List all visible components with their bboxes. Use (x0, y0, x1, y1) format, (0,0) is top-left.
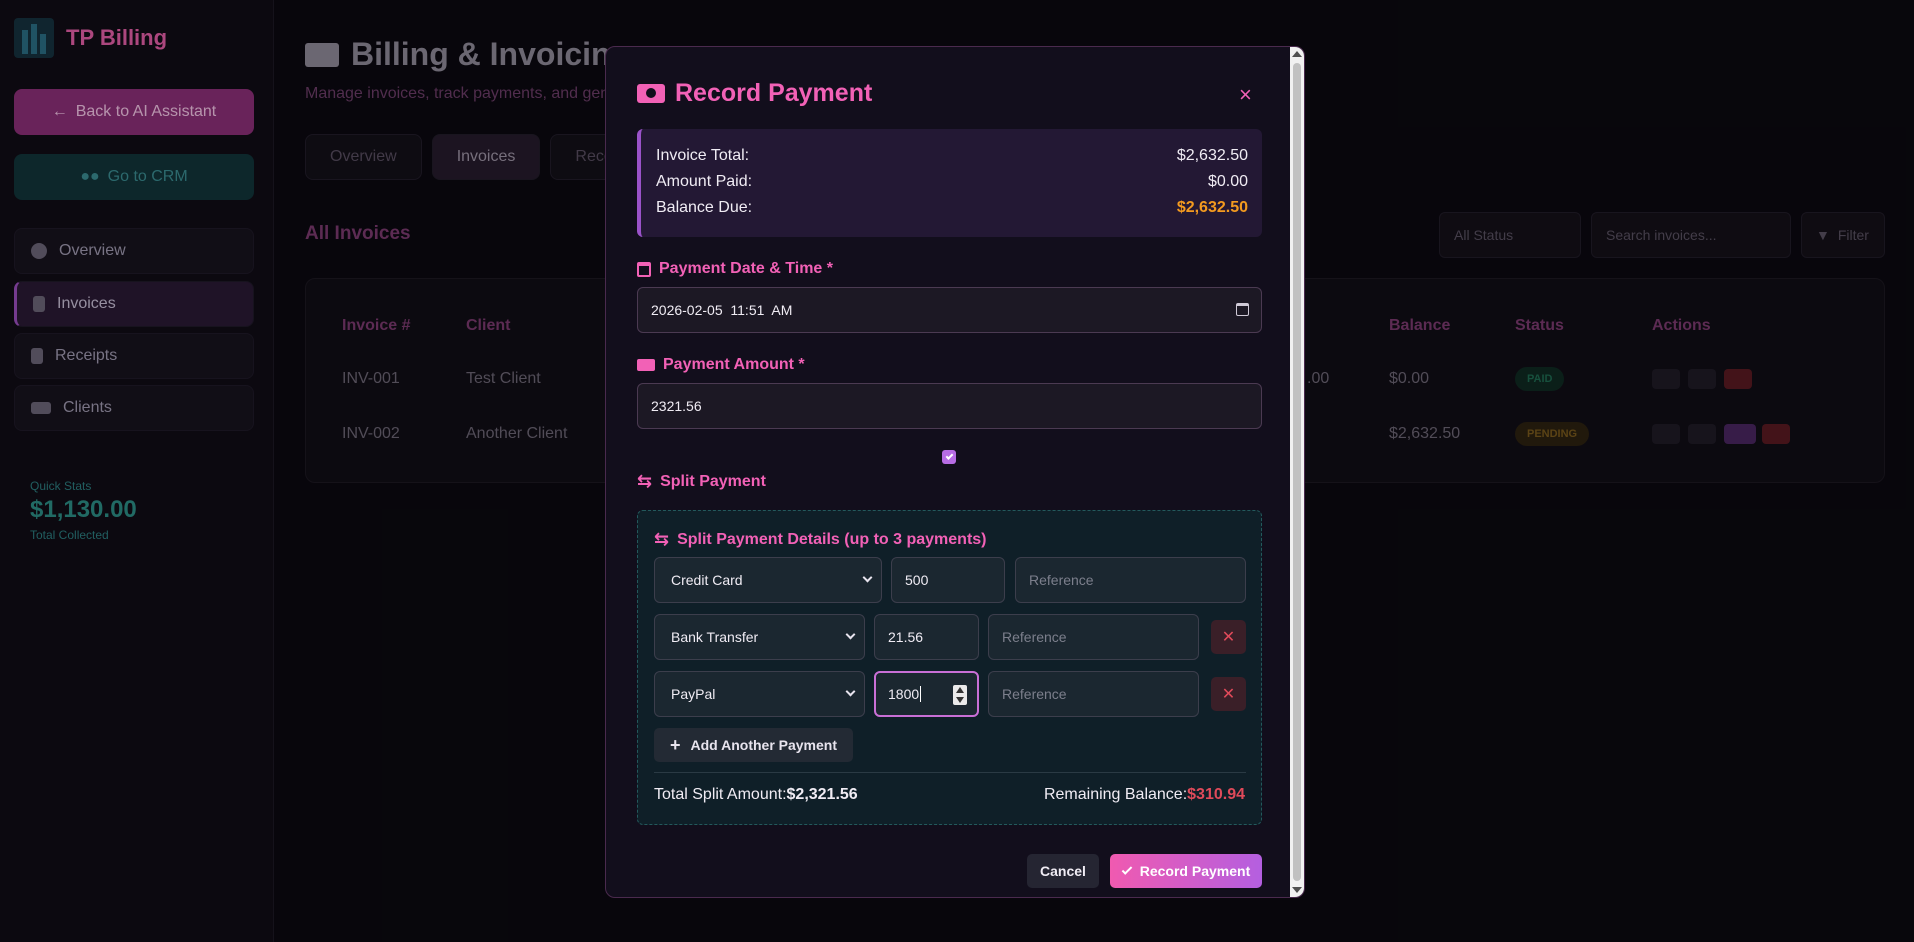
chevron-down-icon (845, 686, 856, 697)
summary-value: $0.00 (1207, 173, 1248, 190)
remove-payment-button[interactable]: ✕ (1211, 677, 1246, 711)
split-amount-input[interactable]: 21.56 (874, 614, 979, 660)
summary-due-row: Balance Due: $2,632.50 (656, 199, 1248, 217)
split-remaining-value: $310.94 (1187, 786, 1245, 803)
payment-date-value: 2026-02-05 11:51 AM (651, 302, 793, 318)
payment-amount-label-text: Payment Amount * (663, 356, 805, 373)
split-remaining: Remaining Balance:$310.94 (1044, 786, 1245, 804)
add-payment-label: Add Another Payment (690, 737, 838, 753)
split-remaining-label: Remaining Balance: (1043, 786, 1188, 803)
summary-label: Amount Paid: (656, 173, 753, 190)
chevron-down-icon (862, 572, 873, 583)
balance-due-value: $2,632.50 (1176, 199, 1248, 216)
split-reference-input[interactable]: Reference (1015, 557, 1246, 603)
modal-header: Record Payment (637, 79, 872, 108)
payment-amount-label: Payment Amount * (637, 356, 805, 374)
number-spinner[interactable] (953, 685, 967, 705)
modal-scrollbar[interactable] (1290, 47, 1304, 897)
split-amount-value: 1800 (888, 686, 920, 702)
scroll-down-icon[interactable] (1292, 887, 1302, 893)
split-reference-input[interactable]: Reference (988, 614, 1199, 660)
scroll-up-icon[interactable] (1292, 51, 1302, 57)
record-payment-modal: Record Payment × Invoice Total: $2,632.5… (605, 46, 1305, 898)
split-total-value: $2,321.56 (786, 786, 858, 803)
split-amount-input[interactable]: 1800 (874, 671, 979, 717)
exchange-icon: ⇆ (654, 529, 670, 549)
payment-date-label-text: Payment Date & Time * (659, 260, 833, 277)
split-payment-label-text: Split Payment (660, 472, 766, 490)
summary-total-row: Invoice Total: $2,632.50 (656, 147, 1248, 165)
split-total-label: Total Split Amount: (654, 786, 787, 803)
close-icon[interactable]: × (1239, 83, 1252, 107)
record-payment-button[interactable]: Record Payment (1110, 854, 1262, 888)
close-icon: ✕ (1221, 686, 1236, 703)
split-divider (654, 772, 1246, 773)
calendar-picker-icon[interactable] (1236, 303, 1249, 316)
split-method-value: Bank Transfer (671, 629, 759, 645)
cancel-button[interactable]: Cancel (1027, 854, 1099, 888)
split-method-value: PayPal (671, 686, 716, 702)
split-details-title-text: Split Payment Details (up to 3 payments) (677, 530, 987, 548)
split-details-title: ⇆ Split Payment Details (up to 3 payment… (654, 529, 987, 550)
record-payment-label: Record Payment (1139, 863, 1251, 879)
split-method-select[interactable]: Bank Transfer (654, 614, 865, 660)
payment-date-label: Payment Date & Time * (637, 260, 833, 278)
split-total: Total Split Amount:$2,321.56 (654, 786, 858, 804)
invoice-summary: Invoice Total: $2,632.50 Amount Paid: $0… (637, 129, 1262, 237)
plus-icon: + (670, 735, 681, 755)
calendar-icon (637, 261, 651, 277)
scroll-thumb[interactable] (1293, 63, 1301, 881)
remove-payment-button[interactable]: ✕ (1211, 620, 1246, 654)
text-caret (920, 686, 922, 702)
check-icon (1121, 864, 1133, 875)
close-icon: ✕ (1221, 629, 1236, 646)
summary-value: $2,632.50 (1176, 147, 1248, 164)
modal-title: Record Payment (675, 79, 873, 107)
money-bill-icon (637, 359, 655, 371)
summary-paid-row: Amount Paid: $0.00 (656, 173, 1248, 191)
split-payment-checkbox[interactable] (942, 450, 956, 464)
split-method-select[interactable]: Credit Card (654, 557, 882, 603)
money-bill-icon (637, 84, 665, 103)
summary-label: Invoice Total: (656, 147, 750, 164)
payment-amount-input[interactable]: 2321.56 (637, 383, 1262, 429)
check-icon (945, 452, 953, 460)
summary-label: Balance Due: (656, 199, 753, 216)
split-method-select[interactable]: PayPal (654, 671, 865, 717)
split-reference-input[interactable]: Reference (988, 671, 1199, 717)
split-method-value: Credit Card (671, 572, 743, 588)
add-payment-button[interactable]: + Add Another Payment (654, 728, 854, 762)
split-payment-details: ⇆ Split Payment Details (up to 3 payment… (637, 510, 1262, 825)
payment-date-input[interactable]: 2026-02-05 11:51 AM (637, 287, 1262, 333)
split-amount-input[interactable]: 500 (891, 557, 1005, 603)
exchange-icon: ⇆ (637, 471, 653, 491)
split-payment-label[interactable]: ⇆ Split Payment (637, 471, 766, 492)
chevron-down-icon (845, 629, 856, 640)
